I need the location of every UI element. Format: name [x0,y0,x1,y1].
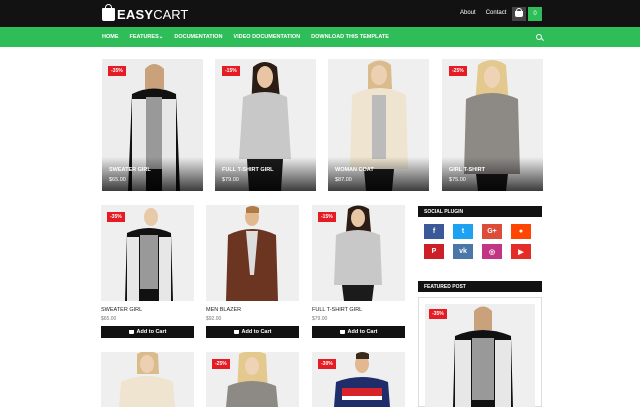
contact-link[interactable]: Contact [486,10,507,16]
discount-badge: -25% [212,359,230,369]
google-plus-icon: G+ [487,228,497,235]
product-card-image[interactable]: -30% [312,352,405,407]
product-price: $87.00 [335,177,352,183]
shopping-bag-icon [102,3,115,21]
featured-post-card[interactable]: -35% [418,297,542,407]
featured-product-card-3[interactable]: WOMAN COAT $87.00 [328,59,429,191]
social-twitter-button[interactable]: t [453,224,473,239]
site-logo[interactable]: EASY CART [102,3,189,22]
top-links: About Contact [460,10,506,16]
add-to-cart-label: Add to Cart [241,329,272,335]
product-price: $65.00 [101,316,117,322]
instagram-icon: ◎ [488,248,496,256]
social-reddit-button[interactable]: ● [511,224,531,239]
add-to-cart-label: Add to Cart [347,329,378,335]
twitter-icon: t [461,228,465,235]
reddit-icon: ● [518,228,524,235]
nav-features[interactable]: FEATURES⌄ [130,34,164,40]
product-name[interactable]: GIRL T-SHIRT [449,167,485,173]
logo-text-bold: EASY [117,6,154,22]
nav-features-label: FEATURES [129,34,159,40]
product-name[interactable]: SWEATER GIRL [101,307,142,313]
featured-product-card-1[interactable]: -35% SWEATER GIRL $65.00 [102,59,203,191]
about-link[interactable]: About [460,10,476,16]
product-price: $79.00 [312,316,328,322]
nav-download-template[interactable]: DOWNLOAD THIS TEMPLATE [311,34,389,40]
nav-documentation[interactable]: DOCUMENTATION [174,34,222,40]
social-google-plus-button[interactable]: G+ [482,224,502,239]
social-vk-button[interactable]: vk [453,244,473,259]
social-facebook-button[interactable]: f [424,224,444,239]
image-overlay [442,157,543,191]
cart-icon [515,8,523,17]
product-name[interactable]: SWEATER GIRL [109,167,151,173]
facebook-icon: f [432,228,436,235]
social-instagram-button[interactable]: ◎ [482,244,502,259]
main-navigation: HOME FEATURES⌄ DOCUMENTATION VIDEO DOCUM… [0,27,640,47]
product-price: $75.00 [449,177,466,183]
product-image [119,352,175,407]
nav-home[interactable]: HOME [102,34,119,40]
cart-button[interactable] [512,7,526,21]
product-price: $92.00 [206,316,222,322]
search-icon[interactable] [536,34,542,40]
product-name[interactable]: FULL T-SHIRT GIRL [312,307,362,313]
product-name[interactable]: FULL T-SHIRT GIRL [222,167,274,173]
social-plugin-title: SOCIAL PLUGIN [418,206,542,217]
product-price: $65.00 [109,177,126,183]
product-card-image[interactable] [101,352,194,407]
image-overlay [215,157,316,191]
add-to-cart-button[interactable]: Add to Cart [101,326,194,338]
logo-text-rest: CART [153,6,189,22]
product-card-image[interactable]: -35% [101,205,194,301]
nav-video-documentation[interactable]: VIDEO DOCUMENTATION [233,34,300,40]
cart-count-badge[interactable]: 0 [528,7,542,21]
discount-badge: -25% [449,66,467,76]
pinterest-icon: P [431,248,437,255]
product-price: $79.00 [222,177,239,183]
discount-badge: -15% [318,212,336,222]
product-card-image[interactable]: -15% [312,205,405,301]
discount-badge: -35% [108,66,126,76]
product-card-image[interactable]: -25% [206,352,299,407]
cart-icon [339,330,345,334]
product-card-image[interactable] [206,205,299,301]
featured-post-image[interactable]: -35% [425,304,535,407]
cart-icon [128,330,134,334]
product-name[interactable]: MEN BLAZER [206,307,241,313]
chevron-down-icon: ⌄ [158,34,164,40]
cart-icon [233,330,239,334]
product-image [226,206,278,301]
top-bar: EASY CART About Contact 0 [0,0,640,27]
discount-badge: -35% [107,212,125,222]
featured-product-card-4[interactable]: -25% GIRL T-SHIRT $75.00 [442,59,543,191]
add-to-cart-button[interactable]: Add to Cart [312,326,405,338]
discount-badge: -30% [318,359,336,369]
image-overlay [102,157,203,191]
featured-post-title: FEATURED POST [418,281,542,292]
add-to-cart-label: Add to Cart [136,329,167,335]
social-pinterest-button[interactable]: P [424,244,444,259]
youtube-icon: ▶ [518,248,524,256]
product-image [453,306,513,407]
discount-badge: -35% [429,309,447,319]
social-youtube-button[interactable]: ▶ [511,244,531,259]
product-name[interactable]: WOMAN COAT [335,167,374,173]
vk-icon: vk [459,248,467,255]
featured-product-card-2[interactable]: -15% FULL T-SHIRT GIRL $79.00 [215,59,316,191]
add-to-cart-button[interactable]: Add to Cart [206,326,299,338]
image-overlay [328,157,429,191]
discount-badge: -15% [222,66,240,76]
